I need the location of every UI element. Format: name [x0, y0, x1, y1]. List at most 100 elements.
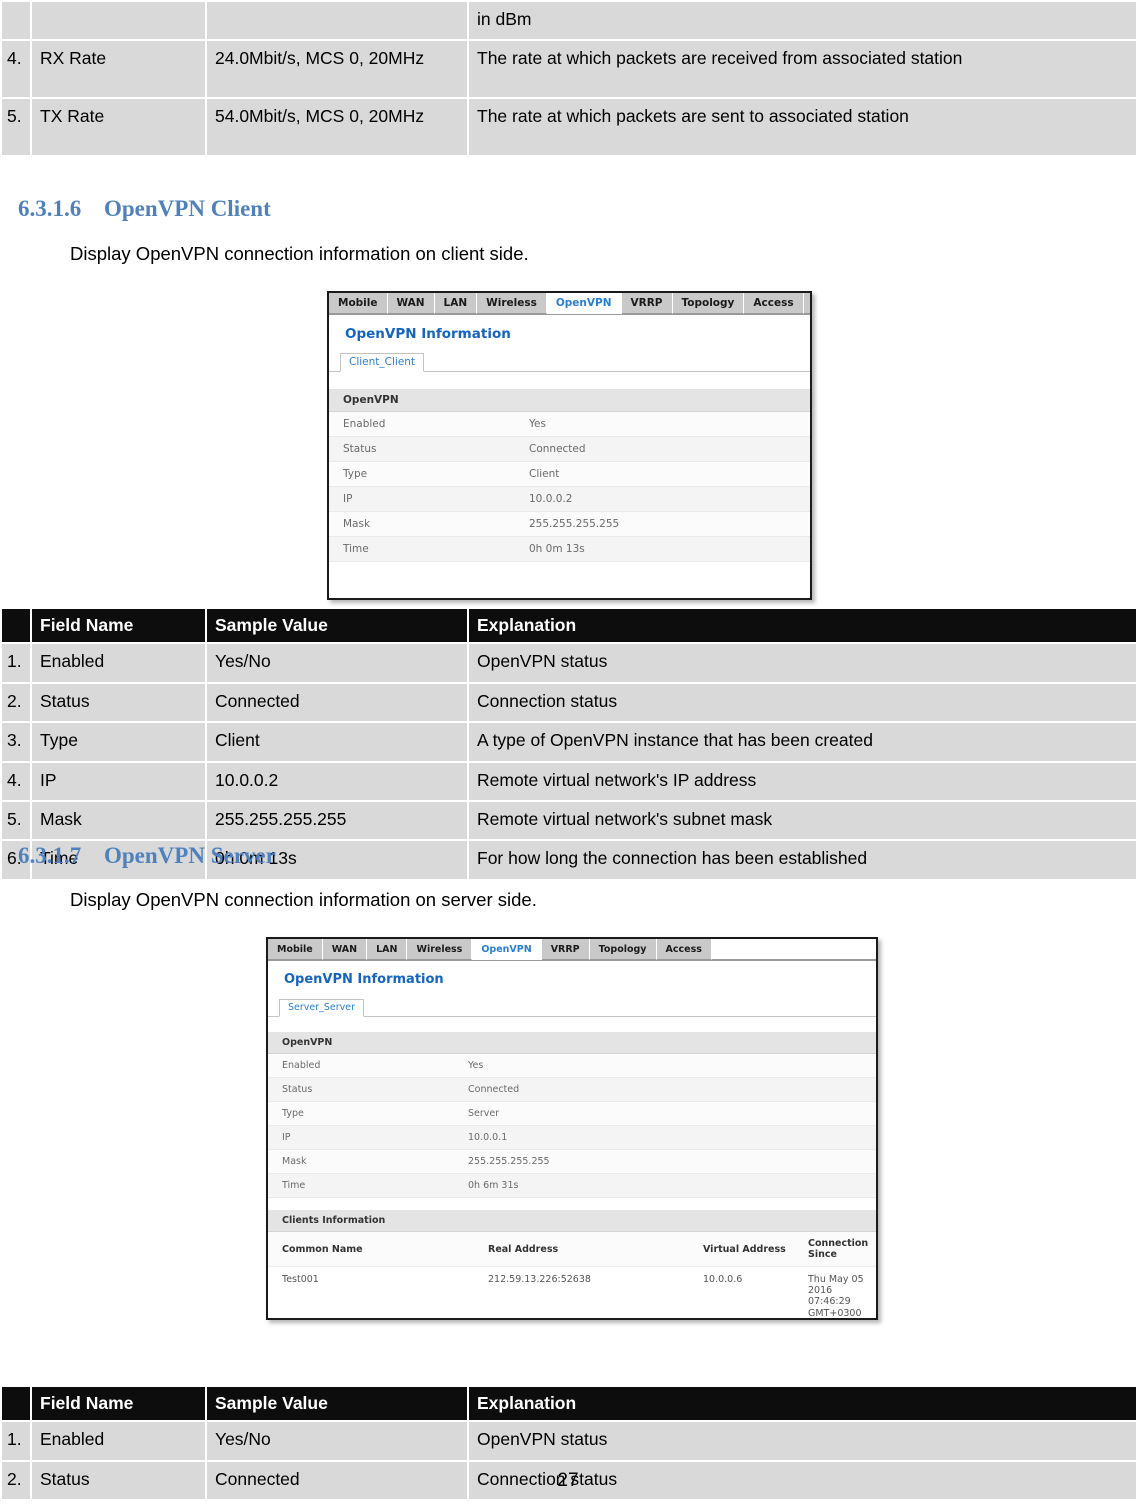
tab-access[interactable]: Access: [744, 293, 804, 314]
row-value: Server: [468, 1108, 500, 1119]
section-header-openvpn: OpenVPN: [268, 1032, 876, 1054]
tab-wireless[interactable]: Wireless: [477, 293, 547, 314]
row-value: 255.255.255.255: [529, 518, 620, 530]
header-explanation: Explanation: [467, 1384, 1136, 1423]
spacer: [268, 1198, 876, 1210]
panel-heading-openvpn-information: OpenVPN Information: [345, 326, 511, 342]
continued-spec-table: in dBm 4. RX Rate 24.0Mbit/s, MCS 0, 20M…: [0, 0, 1136, 158]
table-row: 1. Enabled Yes/No OpenVPN status: [0, 1420, 1136, 1462]
info-row-type: Type Server: [268, 1102, 876, 1126]
table-header-row: Field Name Sample Value Explanation: [0, 1384, 1136, 1423]
section-header-clients-information: Clients Information: [268, 1210, 876, 1232]
sample-value: [205, 0, 469, 42]
paragraph-client: Display OpenVPN connection information o…: [70, 243, 529, 264]
explanation: Remote virtual network's subnet mask: [467, 799, 1136, 842]
sample-value: 24.0Mbit/s, MCS 0, 20MHz: [205, 39, 469, 100]
info-row-ip: IP 10.0.0.1: [268, 1126, 876, 1150]
tab-mobile[interactable]: Mobile: [329, 293, 388, 314]
router-tabbar: Mobile WAN LAN Wireless OpenVPN VRRP Top…: [329, 293, 810, 315]
header-common-name: Common Name: [268, 1232, 488, 1267]
tab-mobile[interactable]: Mobile: [268, 939, 323, 960]
explanation: For how long the connection has been est…: [467, 839, 1136, 881]
info-row-time: Time 0h 0m 13s: [329, 537, 810, 562]
table-row: 4. IP 10.0.0.2 Remote virtual network's …: [0, 760, 1136, 802]
row-key: Time: [282, 1180, 306, 1191]
tab-wan[interactable]: WAN: [322, 939, 368, 960]
field-name: Status: [30, 681, 207, 724]
explanation: The rate at which packets are sent to as…: [467, 97, 1136, 158]
heading-number: 6.3.1.6: [18, 196, 82, 221]
cell-real-address: 212.59.13.226:52638: [488, 1266, 703, 1318]
paragraph-server: Display OpenVPN connection information o…: [70, 889, 537, 910]
subtab-server-server[interactable]: Server_Server: [279, 999, 365, 1017]
info-row-enabled: Enabled Yes: [268, 1054, 876, 1078]
table-row: 5. TX Rate 54.0Mbit/s, MCS 0, 20MHz The …: [0, 97, 1136, 158]
header-connection-since: Connection Since: [808, 1232, 876, 1267]
row-key: IP: [343, 493, 353, 505]
sample-value: 54.0Mbit/s, MCS 0, 20MHz: [205, 97, 469, 158]
info-row-status: Status Connected: [329, 437, 810, 462]
info-row-enabled: Enabled Yes: [329, 412, 810, 437]
field-name: TX Rate: [30, 97, 207, 158]
row-key: Status: [282, 1084, 313, 1095]
row-key: Mask: [343, 518, 371, 530]
heading-text: OpenVPN Client: [104, 196, 271, 221]
tab-openvpn[interactable]: OpenVPN: [546, 293, 622, 314]
info-row-status: Status Connected: [268, 1078, 876, 1102]
tab-topology[interactable]: Topology: [589, 939, 657, 960]
heading-text: OpenVPN Server: [104, 843, 276, 868]
row-index: 5.: [0, 97, 32, 158]
clients-table-row: Test001 212.59.13.226:52638 10.0.0.6 Thu…: [268, 1266, 876, 1318]
spacer: [268, 1017, 876, 1032]
row-value: 10.0.0.1: [468, 1132, 508, 1143]
tab-wireless[interactable]: Wireless: [407, 939, 473, 960]
sample-value: 10.0.0.2: [205, 760, 469, 802]
row-key: Time: [343, 543, 369, 555]
tab-openvpn[interactable]: OpenVPN: [472, 939, 542, 960]
screenshot-openvpn-server: Mobile WAN LAN Wireless OpenVPN VRRP Top…: [266, 937, 878, 1320]
field-name: RX Rate: [30, 39, 207, 100]
row-index: 3.: [0, 721, 32, 763]
info-row-time: Time 0h 6m 31s: [268, 1174, 876, 1198]
table-row: 2. Status Connected Connection status: [0, 681, 1136, 724]
heading-openvpn-client: 6.3.1.6 OpenVPN Client: [18, 196, 271, 222]
row-key: Type: [282, 1108, 304, 1119]
sample-value: Yes/No: [205, 642, 469, 684]
row-key: Enabled: [343, 418, 386, 430]
page-number: 27: [557, 1470, 579, 1491]
row-index: 5.: [0, 799, 32, 842]
sample-value: Yes/No: [205, 1420, 469, 1462]
router-tabbar: Mobile WAN LAN Wireless OpenVPN VRRP Top…: [268, 939, 876, 961]
explanation: Remote virtual network's IP address: [467, 760, 1136, 802]
row-value: 255.255.255.255: [468, 1156, 550, 1167]
row-value: Connected: [468, 1084, 520, 1095]
tab-lan[interactable]: LAN: [434, 293, 478, 314]
explanation: The rate at which packets are received f…: [467, 39, 1136, 100]
tabbar-filler: [711, 939, 876, 960]
header-index: [0, 606, 32, 645]
field-name: Enabled: [30, 1420, 207, 1462]
header-real-address: Real Address: [488, 1232, 703, 1267]
cell-virtual-address: 10.0.0.6: [703, 1266, 808, 1318]
subtab-client-client[interactable]: Client_Client: [340, 353, 425, 372]
tab-access[interactable]: Access: [656, 939, 712, 960]
field-name: Type: [30, 721, 207, 763]
cell-connection-since: Thu May 05 2016 07:46:29 GMT+0300 (FLE S…: [808, 1266, 876, 1318]
tab-vrrp[interactable]: VRRP: [541, 939, 590, 960]
explanation: Connection status: [467, 681, 1136, 724]
row-index: 1.: [0, 1420, 32, 1462]
row-index: 2.: [0, 681, 32, 724]
tab-wan[interactable]: WAN: [387, 293, 435, 314]
table-row: 5. Mask 255.255.255.255 Remote virtual n…: [0, 799, 1136, 842]
tab-topology[interactable]: Topology: [672, 293, 745, 314]
tab-lan[interactable]: LAN: [367, 939, 408, 960]
header-explanation: Explanation: [467, 606, 1136, 645]
sample-value: Client: [205, 721, 469, 763]
row-value: Connected: [529, 443, 586, 455]
tab-vrrp[interactable]: VRRP: [621, 293, 673, 314]
explanation: A type of OpenVPN instance that has been…: [467, 721, 1136, 763]
tabbar-filler: [803, 293, 810, 314]
row-index: [0, 0, 32, 42]
screenshot-openvpn-client: Mobile WAN LAN Wireless OpenVPN VRRP Top…: [327, 291, 812, 600]
heading-openvpn-server: 6.3.1.7 OpenVPN Server: [18, 843, 276, 869]
